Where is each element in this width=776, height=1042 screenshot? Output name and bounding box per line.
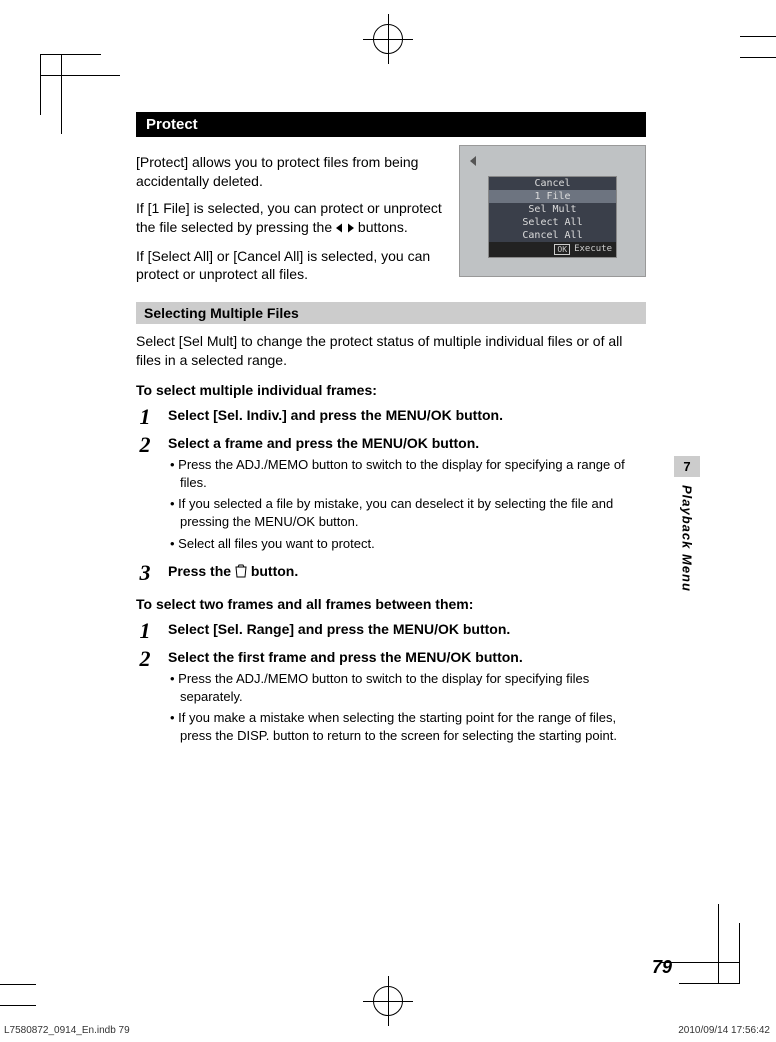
menu-item-selmult: Sel Mult (489, 203, 616, 216)
ok-label: OK (554, 244, 570, 255)
step-2-2: 2 Select the first frame and press the M… (136, 648, 646, 748)
registration-mark-top (371, 22, 405, 56)
crop-mark-br (679, 923, 740, 984)
menu-left-arrow-icon (470, 156, 476, 166)
print-footer: L7580872_0914_En.indb 79 2010/09/14 17:5… (4, 1025, 770, 1036)
step-num-1: 1 (136, 406, 154, 428)
page-number: 79 (652, 957, 672, 978)
stepr1-title: Select [Sel. Range] and press the MENU/O… (168, 620, 646, 638)
step-1-2: 2 Select a frame and press the MENU/OK b… (136, 434, 646, 556)
step-num-r2: 2 (136, 648, 154, 748)
registration-mark-bottom (371, 984, 405, 1018)
manual-page: Protect [Protect] allows you to protect … (0, 0, 776, 1042)
subheading-multiple: Selecting Multiple Files (136, 302, 646, 324)
page-content: Protect [Protect] allows you to protect … (136, 108, 646, 754)
heading-range: To select two frames and all frames betw… (136, 596, 646, 612)
step3-title: Press the button. (168, 562, 646, 582)
menu-item-selectall: Select All (489, 216, 616, 229)
step-1-3: 3 Press the button. (136, 562, 646, 584)
intro-text: [Protect] allows you to protect files fr… (136, 145, 447, 292)
stepr2-b2: If you make a mistake when selecting the… (180, 709, 646, 744)
menu-item-cancelall: Cancel All (489, 229, 616, 242)
selmult-desc: Select [Sel Mult] to change the protect … (136, 332, 646, 370)
crop-mark-tr (740, 36, 776, 97)
menu-item-1file: 1 File (489, 190, 616, 203)
crop-mark-bl (0, 945, 36, 1006)
step-num-2: 2 (136, 434, 154, 556)
side-tab: 7 Playback Menu (674, 456, 700, 592)
step3-b: button. (247, 563, 298, 579)
menu-item-cancel: Cancel (489, 177, 616, 190)
stepr2-b1: Press the ADJ./MEMO button to switch to … (180, 670, 646, 705)
footer-right: 2010/09/14 17:56:42 (678, 1025, 770, 1036)
step-1-1: 1 Select [Sel. Indiv.] and press the MEN… (136, 406, 646, 428)
intro-p3: If [Select All] or [Cancel All] is selec… (136, 247, 447, 285)
stepr2-title: Select the first frame and press the MEN… (168, 648, 646, 666)
step-num-3: 3 (136, 562, 154, 584)
step3-a: Press the (168, 563, 235, 579)
footer-left: L7580872_0914_En.indb 79 (4, 1025, 130, 1036)
left-right-arrows-icon (336, 220, 354, 239)
trash-icon (235, 564, 247, 582)
intro-p2b: buttons. (354, 219, 408, 235)
section-heading-protect: Protect (136, 112, 646, 137)
menu-execute-row: OK Execute (489, 242, 616, 257)
step-2-1: 1 Select [Sel. Range] and press the MENU… (136, 620, 646, 642)
step2-b3: Select all files you want to protect. (180, 535, 646, 553)
crop-mark-tl (40, 54, 101, 115)
step2-b1: Press the ADJ./MEMO button to switch to … (180, 456, 646, 491)
camera-menu-screenshot: Cancel 1 File Sel Mult Select All Cancel… (459, 145, 646, 277)
step2-b2: If you selected a file by mistake, you c… (180, 495, 646, 530)
menu-box: Cancel 1 File Sel Mult Select All Cancel… (488, 176, 617, 258)
intro-p2: If [1 File] is selected, you can protect… (136, 199, 447, 239)
chapter-number: 7 (674, 456, 700, 477)
intro-p1: [Protect] allows you to protect files fr… (136, 153, 447, 191)
execute-label: Execute (574, 244, 612, 255)
step1-title: Select [Sel. Indiv.] and press the MENU/… (168, 406, 646, 424)
step-num-r1: 1 (136, 620, 154, 642)
chapter-label: Playback Menu (680, 485, 695, 592)
heading-indiv: To select multiple individual frames: (136, 382, 646, 398)
step2-title: Select a frame and press the MENU/OK but… (168, 434, 646, 452)
